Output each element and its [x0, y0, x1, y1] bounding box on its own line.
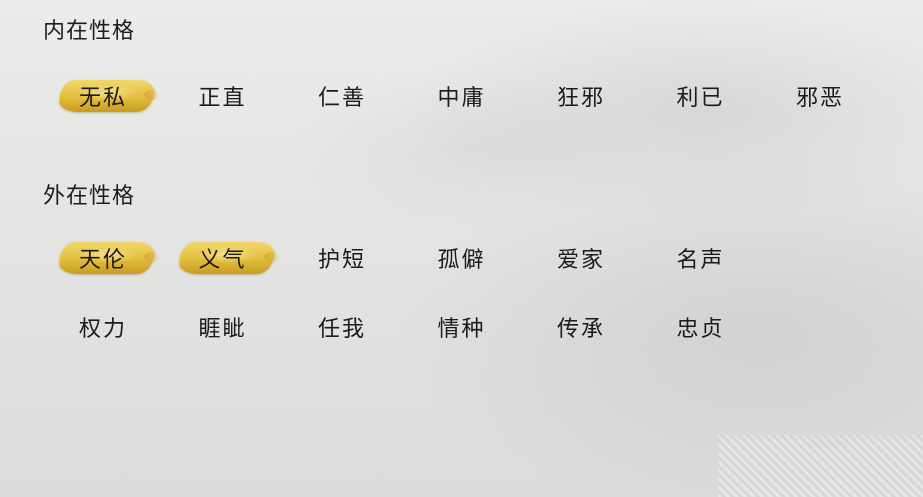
trait-option-outer-r1-5[interactable]: 名声 — [646, 238, 756, 278]
trait-option-outer-r2-4[interactable]: 传承 — [526, 307, 636, 347]
inner-personality-title: 内在性格 — [43, 19, 136, 44]
trait-option-outer-r1-1-selected[interactable]: 义气 — [168, 238, 280, 278]
trait-label: 忠贞 — [676, 317, 725, 342]
trait-option-inner-4[interactable]: 狂邪 — [526, 76, 636, 116]
trait-label: 中庸 — [437, 86, 486, 111]
trait-label: 邪恶 — [795, 86, 844, 111]
trait-option-inner-2[interactable]: 仁善 — [287, 76, 397, 116]
trait-option-inner-5[interactable]: 利已 — [646, 76, 756, 116]
trait-label: 义气 — [198, 248, 247, 273]
trait-label: 无私 — [78, 86, 127, 111]
trait-option-outer-r1-3[interactable]: 孤僻 — [407, 238, 517, 278]
trait-option-inner-1[interactable]: 正直 — [168, 76, 278, 116]
trait-option-outer-r1-0-selected[interactable]: 天伦 — [48, 238, 160, 278]
trait-label: 名声 — [676, 248, 725, 273]
outer-personality-title: 外在性格 — [43, 184, 136, 209]
trait-option-outer-r2-0[interactable]: 权力 — [48, 307, 158, 347]
trait-label: 正直 — [198, 86, 247, 111]
trait-label: 护短 — [317, 248, 366, 273]
watermark — [718, 435, 923, 497]
trait-option-outer-r2-1[interactable]: 睚眦 — [168, 307, 278, 347]
trait-label: 任我 — [317, 317, 366, 342]
trait-label: 情种 — [437, 317, 486, 342]
trait-label: 孤僻 — [437, 248, 486, 273]
trait-option-outer-r1-4[interactable]: 爱家 — [526, 238, 636, 278]
trait-label: 利已 — [676, 86, 725, 111]
trait-option-outer-r2-5[interactable]: 忠贞 — [646, 307, 756, 347]
trait-label: 传承 — [556, 317, 605, 342]
trait-option-inner-0-selected[interactable]: 无私 — [48, 76, 160, 116]
trait-option-outer-r2-2[interactable]: 任我 — [287, 307, 397, 347]
trait-option-inner-6[interactable]: 邪恶 — [765, 76, 875, 116]
trait-option-inner-3[interactable]: 中庸 — [407, 76, 517, 116]
trait-label: 狂邪 — [556, 86, 605, 111]
trait-label: 天伦 — [78, 248, 127, 273]
trait-label: 爱家 — [556, 248, 605, 273]
trait-label: 睚眦 — [198, 317, 247, 342]
trait-label: 权力 — [78, 317, 127, 342]
trait-label: 仁善 — [317, 86, 366, 111]
trait-option-outer-r1-2[interactable]: 护短 — [287, 238, 397, 278]
trait-option-outer-r2-3[interactable]: 情种 — [407, 307, 517, 347]
